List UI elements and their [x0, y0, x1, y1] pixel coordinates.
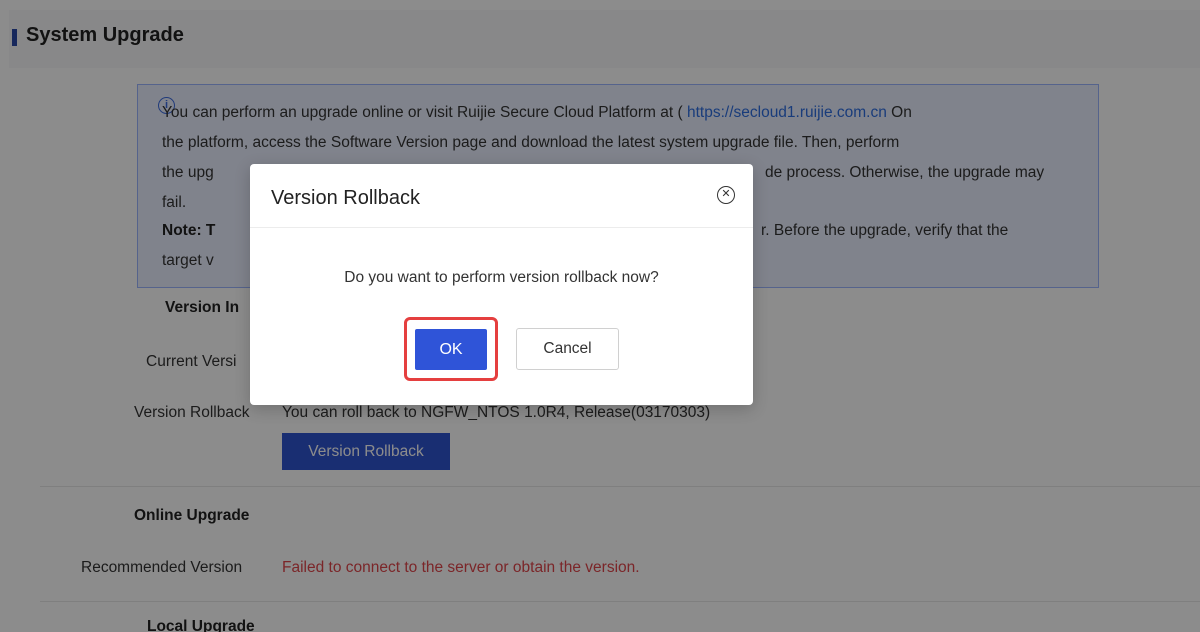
cancel-button[interactable]: Cancel [516, 328, 619, 370]
version-rollback-dialog: Version Rollback ✕ Do you want to perfor… [250, 164, 753, 405]
close-icon[interactable]: ✕ [717, 186, 735, 204]
dialog-divider [250, 227, 753, 228]
dialog-message: Do you want to perform version rollback … [344, 269, 659, 286]
dialog-title: Version Rollback [271, 187, 420, 209]
ok-button[interactable]: OK [415, 329, 487, 370]
